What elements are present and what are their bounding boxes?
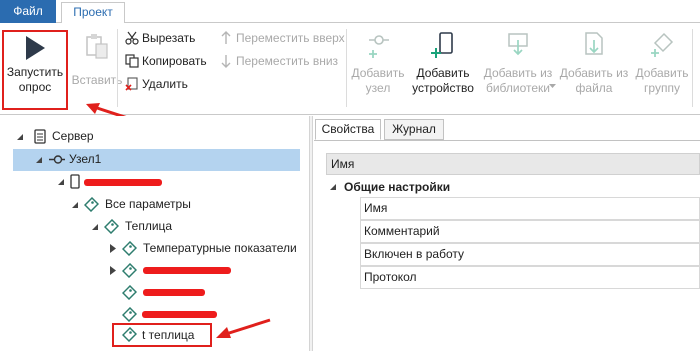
paste-button[interactable]: Вставить	[70, 32, 124, 92]
scissors-icon	[125, 31, 139, 45]
arrow-down-icon	[219, 54, 233, 68]
tree-item-temperature[interactable]: Температурные показатели	[110, 238, 310, 259]
tree-item-label: t теплица	[142, 328, 195, 342]
property-row[interactable]: Протокол	[360, 266, 700, 289]
redaction-mark	[84, 179, 162, 186]
tab-properties[interactable]: Свойства	[315, 119, 381, 140]
redaction-mark	[142, 311, 217, 318]
tree-item-label: Сервер	[52, 129, 94, 143]
property-group-label: Общие настройки	[344, 180, 451, 194]
arrow-up-icon	[219, 31, 233, 45]
collapse-arrow-icon[interactable]	[72, 202, 79, 209]
tree-item-label: Температурные показатели	[143, 241, 297, 255]
tag-icon	[122, 241, 137, 256]
expand-arrow-icon[interactable]	[110, 244, 116, 253]
tag-icon	[122, 263, 137, 278]
add-node-label-line1: Добавить	[351, 66, 405, 80]
ribbon-tab-bar: Файл Проект	[0, 0, 700, 24]
tag-icon	[122, 327, 137, 342]
move-down-button[interactable]: Переместить вниз	[219, 52, 345, 70]
add-group-label-line1: Добавить	[635, 66, 689, 80]
redaction-mark	[143, 289, 205, 296]
property-row[interactable]: Имя	[360, 197, 700, 220]
collapse-arrow-icon[interactable]	[17, 134, 24, 141]
property-group-general[interactable]: Общие настройки	[326, 177, 700, 197]
tab-journal[interactable]: Журнал	[384, 119, 444, 140]
properties-tabs: Свойства Журнал	[314, 116, 700, 140]
tree-item-node1[interactable]: Узел1	[36, 149, 236, 170]
tree-item-label: Узел1	[69, 152, 102, 166]
add-from-library-button[interactable]: Добавить из библиотеки	[479, 32, 557, 108]
tree-item-greenhouse[interactable]: Теплица	[92, 216, 292, 237]
node-icon	[49, 152, 65, 167]
move-up-label: Переместить вверх	[236, 31, 345, 45]
tag-icon	[104, 219, 119, 234]
collapse-arrow-icon[interactable]	[92, 224, 99, 231]
add-device-button[interactable]: Добавить устройство	[409, 32, 477, 108]
move-down-label: Переместить вниз	[236, 54, 339, 68]
cut-button[interactable]: Вырезать	[125, 29, 220, 47]
tree-item-t-greenhouse[interactable]: t теплица	[112, 323, 212, 347]
tree-item-server[interactable]: Сервер	[14, 126, 214, 147]
add-device-label-line1: Добавить	[416, 66, 470, 80]
add-from-file-label-line2: файла	[575, 81, 613, 95]
ribbon-separator	[692, 29, 693, 107]
cut-label: Вырезать	[142, 31, 196, 45]
chevron-down-icon	[549, 84, 556, 89]
ribbon-separator	[346, 29, 347, 107]
tag-icon	[122, 285, 137, 300]
collapse-arrow-icon[interactable]	[36, 157, 43, 164]
collapse-arrow-icon[interactable]	[330, 184, 337, 191]
add-group-button[interactable]: Добавить группу	[632, 32, 692, 108]
add-from-file-button[interactable]: Добавить из файла	[558, 32, 630, 108]
property-row[interactable]: Комментарий	[360, 220, 700, 243]
panel-splitter[interactable]	[309, 116, 313, 351]
add-device-label-line2: устройство	[412, 81, 474, 95]
device-icon	[70, 174, 84, 189]
tab-project[interactable]: Проект	[61, 2, 125, 24]
tree-item-all-params[interactable]: Все параметры	[72, 194, 272, 215]
add-device-icon	[431, 32, 455, 60]
collapse-arrow-icon[interactable]	[58, 179, 65, 186]
tree-item-label: Теплица	[125, 219, 173, 233]
ribbon-separator	[117, 29, 118, 107]
add-node-label-line2: узел	[365, 81, 391, 95]
property-row[interactable]: Включен в работу	[360, 243, 700, 266]
property-grid-header: Имя	[326, 153, 700, 175]
add-group-label-line2: группу	[644, 81, 680, 95]
annotation-highlight-box	[2, 30, 68, 110]
add-from-library-label-line1: Добавить из	[483, 66, 553, 80]
redaction-mark	[143, 267, 231, 274]
copy-icon	[125, 54, 139, 68]
properties-grid: Имя Общие настройки Имя Комментарий Вклю…	[314, 140, 700, 351]
tag-icon	[122, 307, 137, 322]
add-from-library-label-line2: библиотеки	[485, 81, 550, 95]
tree-item-label: Все параметры	[105, 197, 191, 211]
copy-button[interactable]: Копировать	[125, 52, 220, 70]
delete-label: Удалить	[142, 77, 188, 91]
tab-file[interactable]: Файл	[0, 0, 56, 23]
tag-icon	[84, 197, 99, 212]
delete-icon	[125, 77, 139, 91]
file-icon	[583, 32, 605, 58]
server-icon	[34, 129, 48, 144]
paste-icon	[84, 32, 110, 60]
move-up-button[interactable]: Переместить вверх	[219, 29, 345, 47]
add-node-icon	[367, 32, 391, 58]
library-icon	[506, 32, 530, 58]
expand-arrow-icon[interactable]	[110, 266, 116, 275]
delete-button[interactable]: Удалить	[125, 75, 220, 93]
add-node-button[interactable]: Добавить узел	[350, 32, 406, 108]
paste-label: Вставить	[71, 73, 123, 87]
copy-label: Копировать	[142, 54, 207, 68]
annotation-arrow-icon	[216, 318, 271, 338]
add-group-icon	[650, 32, 674, 58]
add-from-file-label-line1: Добавить из	[559, 66, 629, 80]
